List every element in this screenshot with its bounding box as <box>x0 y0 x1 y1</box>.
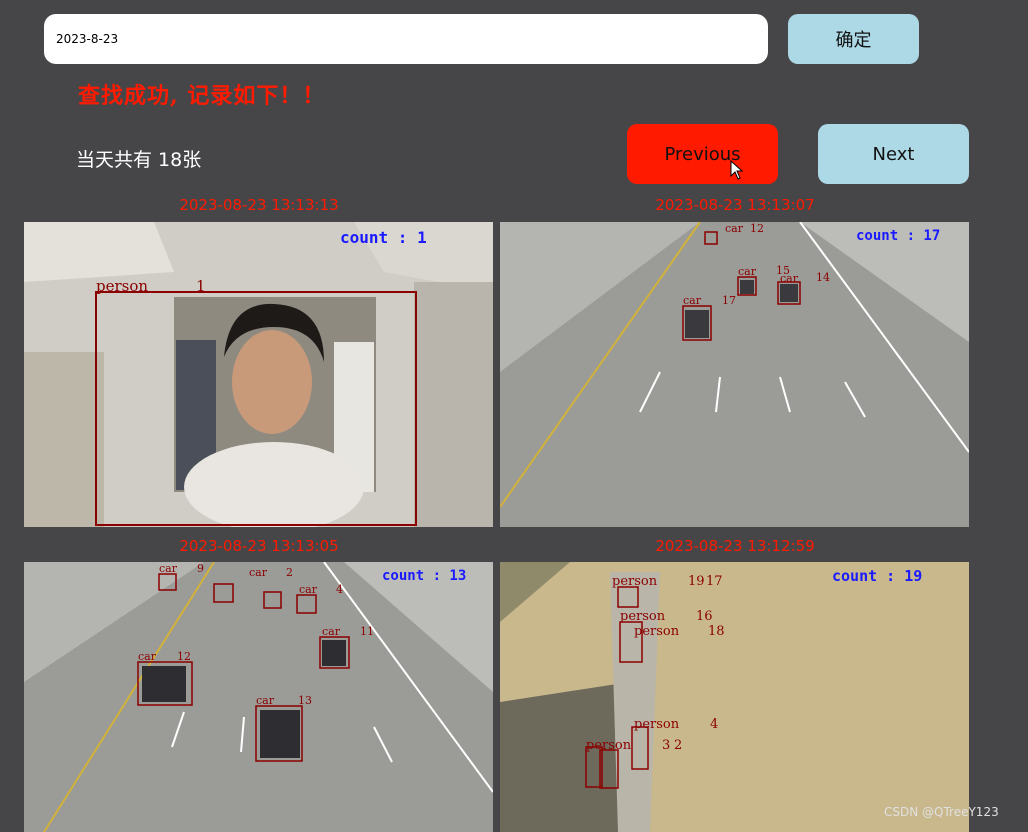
detection-id: 13 <box>298 694 312 707</box>
detection-label: person <box>620 609 666 624</box>
detection-label: car <box>738 265 757 278</box>
detection-label: person <box>634 624 680 639</box>
search-status-message: 查找成功, 记录如下！！ <box>78 83 326 109</box>
mouse-cursor-icon <box>730 159 744 184</box>
detection-label: person <box>634 717 680 732</box>
detection-id: 17 <box>706 574 723 589</box>
record-timestamp: 2023-08-23 13:13:13 <box>179 196 339 214</box>
record-timestamp: 2023-08-23 13:12:59 <box>655 537 815 555</box>
frame-count-label: count : 13 <box>382 568 466 584</box>
detection-id: 18 <box>708 624 725 639</box>
detection-frame[interactable]: car 9 car 2 car 4 car 11 car 12 car 13 c… <box>24 562 493 832</box>
detection-id: 2 <box>286 566 293 579</box>
detection-frame[interactable]: person 1 count : 1 <box>24 222 493 527</box>
detection-label: car <box>256 694 275 707</box>
detection-id: 16 <box>696 609 713 624</box>
frame-count-label: count : 19 <box>832 567 922 585</box>
detection-id: 11 <box>360 625 374 638</box>
detection-id: 19 <box>688 574 705 589</box>
detection-id: 17 <box>722 294 736 307</box>
daily-count-text: 当天共有 18张 <box>76 149 202 171</box>
detection-label: car <box>159 562 178 575</box>
detection-label: car <box>138 650 157 663</box>
detection-id: 1 <box>196 277 206 295</box>
detection-frame[interactable]: car 12 car 15 car 14 car 17 count : 17 <box>500 222 969 527</box>
detection-id: 4 <box>336 583 343 596</box>
detection-label: car <box>780 272 799 285</box>
detection-id: 9 <box>197 562 204 575</box>
detection-id: 4 <box>710 717 718 732</box>
detection-id: 2 <box>674 738 682 753</box>
detection-id: 14 <box>816 271 830 284</box>
watermark: CSDN @QTreeY123 <box>884 805 999 819</box>
detection-label: car <box>322 625 341 638</box>
detection-label: car <box>249 566 268 579</box>
record-timestamp: 2023-08-23 13:13:05 <box>179 537 339 555</box>
next-button[interactable]: Next <box>818 124 969 184</box>
detection-label: person <box>96 277 148 295</box>
date-search-input[interactable] <box>44 14 768 64</box>
confirm-button[interactable]: 确定 <box>788 14 919 64</box>
frame-count-label: count : 1 <box>340 228 427 247</box>
record-timestamp: 2023-08-23 13:13:07 <box>655 196 815 214</box>
detection-label: car <box>725 222 744 235</box>
detection-id: 3 <box>662 738 670 753</box>
frame-count-label: count : 17 <box>856 228 940 244</box>
detection-label: car <box>683 294 702 307</box>
detection-id: 12 <box>177 650 191 663</box>
previous-button[interactable]: Previous <box>627 124 778 184</box>
detection-label: person <box>586 738 632 753</box>
detection-frame[interactable]: person 19 17 person 16 person 18 person … <box>500 562 969 832</box>
detection-label: car <box>299 583 318 596</box>
detection-id: 12 <box>750 222 764 235</box>
detection-label: person <box>612 574 658 589</box>
